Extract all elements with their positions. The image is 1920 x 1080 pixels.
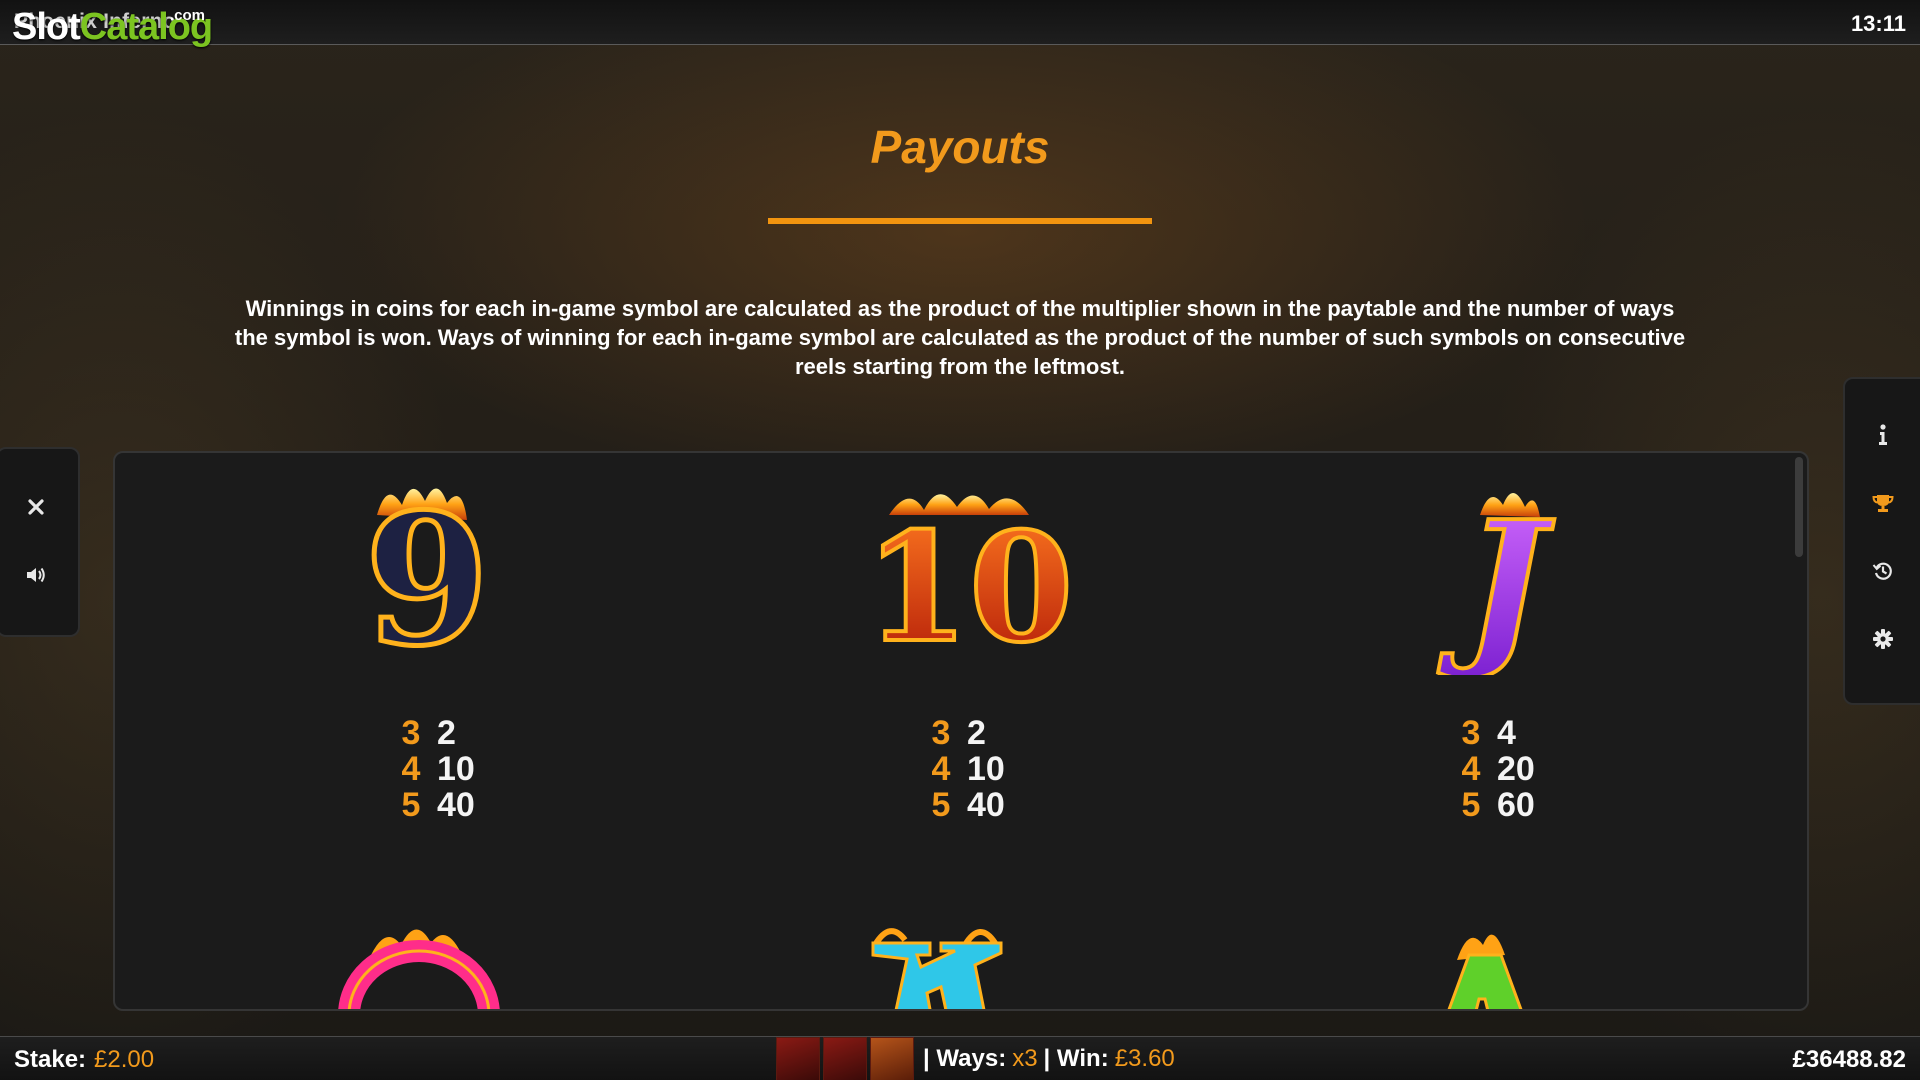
clock: 13:11 [1850,11,1906,36]
paytable-panel[interactable]: 9 32 4 10 5 40 10 32 4 10 5 40 J 3 4 4 2… [113,451,1809,1011]
stake-display: Stake: £2.00 [14,1046,154,1074]
payouts-description: Winnings in coins for each in-game symbo… [234,296,1686,379]
pay-row: 5 40 [931,786,1005,824]
right-control-panel [1843,377,1920,705]
symbol-queen-icon [331,915,511,1009]
sound-icon[interactable] [18,557,54,593]
pay-row: 32 [931,714,986,752]
stake-label: Stake: [14,1046,87,1073]
symbol-ace-icon [1397,915,1577,1009]
history-icon[interactable] [1865,553,1901,589]
scrollbar-thumb[interactable] [1795,457,1803,557]
game-screen: Phoenix Inferno SlotCatalog .com 13:11 P… [0,0,1920,1080]
watermark-slot: Slot [12,6,81,48]
win-symbol-icon [776,1037,820,1080]
pay-row: 4 10 [931,750,1005,788]
ways-label: | Ways: [923,1045,1007,1072]
symbol-nine-icon: 9 [307,473,547,689]
bottom-bar: Stake: £2.00 | Ways: x3 | Win: £3.60 £364… [0,1036,1920,1080]
left-control-panel [0,447,80,637]
pay-row: 32 [401,714,456,752]
pay-row: 5 60 [1461,786,1535,824]
win-symbol-icon [823,1037,867,1080]
stake-value: £2.00 [94,1046,155,1073]
symbol-ten-icon: 10 [839,475,1099,678]
svg-text:J: J [1438,484,1555,675]
win-label: | Win: [1043,1045,1109,1072]
svg-text:9: 9 [364,475,489,675]
close-icon[interactable] [18,489,54,525]
wild-symbol-icon [870,1037,914,1080]
page-title: Payouts [870,121,1050,173]
title-underline [768,218,1152,224]
info-icon[interactable] [1865,417,1901,453]
symbol-king-icon [855,915,1035,1009]
settings-icon[interactable] [1865,621,1901,657]
balance-display: £36488.82 [1792,1046,1906,1073]
watermark-suffix: .com [170,7,206,24]
pay-row: 4 10 [401,750,475,788]
paytable-nine-pays: 32 4 10 5 40 [395,715,595,823]
trophy-icon[interactable] [1865,485,1901,521]
paytable-ten-pays: 32 4 10 5 40 [925,715,1125,823]
paytable-jack-pays: 34 4 20 5 60 [1455,715,1655,823]
pay-row: 4 20 [1461,750,1535,788]
pay-row: 34 [1461,714,1516,752]
ways-value: x3 [1012,1045,1038,1072]
pay-row: 5 40 [401,786,475,824]
watermark-logo: SlotCatalog .com [12,6,213,48]
top-bar: Phoenix Inferno SlotCatalog .com 13:11 [0,0,1920,48]
symbol-jack-icon: J [1385,475,1625,686]
win-value: £3.60 [1114,1045,1175,1072]
last-win-info: | Ways: x3 | Win: £3.60 [776,1037,1175,1080]
svg-text:10: 10 [865,500,1074,675]
